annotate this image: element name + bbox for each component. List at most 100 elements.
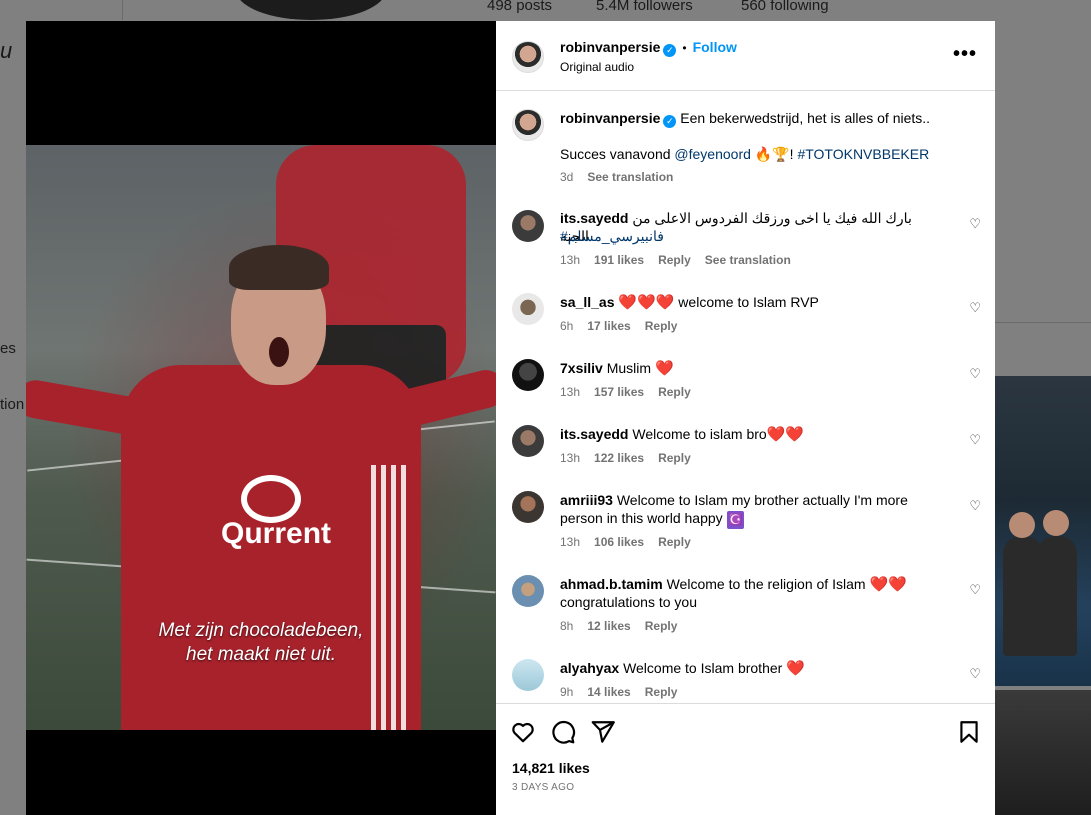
hashtag-link[interactable]: #فانبيرسي_مسلم [560, 227, 664, 245]
caption-time[interactable]: 3d [560, 170, 573, 184]
post-date[interactable]: 3 DAYS AGO [512, 782, 574, 793]
follow-button[interactable]: Follow [693, 39, 737, 55]
posts-count[interactable]: 498 posts [487, 0, 552, 14]
comment-likes[interactable]: 157 likes [594, 385, 644, 399]
avatar[interactable] [512, 41, 544, 73]
avatar[interactable] [512, 293, 544, 325]
comment-body: person in this world happy [560, 510, 727, 526]
avatar[interactable] [512, 359, 544, 391]
header-username[interactable]: robinvanpersie [560, 39, 660, 55]
like-comment-heart-icon[interactable]: ♡ [969, 498, 981, 514]
audio-link[interactable]: Original audio [560, 60, 634, 74]
reply-button[interactable]: Reply [645, 685, 678, 699]
reply-button[interactable]: Reply [658, 451, 691, 465]
comment-body: Welcome to the religion of Islam [666, 576, 870, 592]
comment-body: welcome to Islam RVP [674, 294, 819, 310]
comment-likes[interactable]: 106 likes [594, 535, 644, 549]
comments-list[interactable]: robinvanpersie ✓ Een bekerwedstrijd, het … [496, 92, 995, 702]
verified-badge-icon: ✓ [663, 44, 677, 57]
separator: • [682, 41, 687, 55]
reply-button[interactable]: Reply [645, 619, 678, 633]
post-thumbnail[interactable] [995, 690, 1091, 815]
more-options-icon[interactable]: ••• [953, 43, 977, 66]
comment-username[interactable]: amriii93 [560, 492, 613, 508]
like-comment-heart-icon[interactable]: ♡ [969, 366, 981, 382]
sponsor-logo [241, 475, 301, 523]
comment-body: congratulations to you [560, 594, 697, 610]
star-crescent-emoji: ☪️ [726, 511, 745, 529]
player-hair [229, 245, 329, 290]
comment-likes[interactable]: 191 likes [594, 253, 644, 267]
avatar[interactable] [512, 210, 544, 242]
comment-likes[interactable]: 122 likes [594, 451, 644, 465]
post-thumbnail[interactable] [995, 376, 1091, 686]
comment-username[interactable]: alyahyax [560, 660, 619, 676]
avatar[interactable] [512, 659, 544, 691]
comment-meta: 6h 17 likes Reply [560, 319, 691, 333]
comment-meta: 8h 12 likes Reply [560, 619, 691, 633]
comment-icon[interactable] [550, 719, 576, 745]
video-subtitle: het maakt niet uit. [186, 644, 336, 665]
comment-text: amriii93 Welcome to Islam my brother act… [560, 491, 940, 509]
followers-count[interactable]: 5.4M followers [596, 0, 693, 14]
logo-fragment: u [0, 38, 13, 63]
avatar[interactable] [512, 109, 544, 141]
see-translation-link[interactable]: See translation [587, 170, 673, 184]
comment-body: Welcome to Islam my brother actually I'm… [616, 492, 908, 508]
heart-emoji: ❤️❤️ [869, 576, 907, 593]
comment-username[interactable]: 7xsiliv [560, 360, 603, 376]
like-comment-heart-icon[interactable]: ♡ [969, 666, 981, 682]
avatar[interactable] [512, 425, 544, 457]
comment-text: its.sayedd Welcome to islam bro❤️❤️ [560, 425, 940, 444]
like-heart-icon[interactable] [510, 719, 536, 745]
comment-username[interactable]: its.sayedd [560, 426, 628, 442]
reply-button[interactable]: Reply [658, 253, 691, 267]
comment-username[interactable]: ahmad.b.tamim [560, 576, 663, 592]
comment-likes[interactable]: 12 likes [587, 619, 630, 633]
comment-username[interactable]: its.sayedd [560, 210, 628, 226]
divider [995, 322, 1091, 323]
comment-meta: 13h 106 likes Reply [560, 535, 705, 549]
caption-text: Een bekerwedstrijd, het is alles of niet… [680, 110, 931, 126]
comment-time: 8h [560, 619, 574, 633]
like-comment-heart-icon[interactable]: ♡ [969, 216, 981, 232]
avatar[interactable] [512, 491, 544, 523]
mention-link[interactable]: @feyenoord [674, 146, 750, 162]
caption-text: Succes vanavond [560, 146, 675, 162]
shirt-stripes [371, 465, 411, 730]
caption-username[interactable]: robinvanpersie [560, 110, 660, 126]
reply-button[interactable]: Reply [645, 319, 678, 333]
heart-emoji: ❤️ [654, 360, 674, 377]
header-user-line: robinvanpersie ✓ • Follow [560, 39, 737, 57]
share-icon[interactable] [590, 719, 616, 745]
caption: robinvanpersie ✓ Een bekerwedstrijd, het … [560, 109, 970, 128]
comment-likes[interactable]: 14 likes [587, 685, 630, 699]
see-translation-link[interactable]: See translation [705, 253, 791, 267]
photo-person [1037, 536, 1077, 656]
like-comment-heart-icon[interactable]: ♡ [969, 582, 981, 598]
post-media[interactable]: Qurrent Met zijn chocoladebeen, het maak… [26, 21, 496, 815]
hashtag-link[interactable]: #TOTOKNVBBEKER [797, 146, 929, 162]
avatar[interactable] [512, 575, 544, 607]
like-comment-heart-icon[interactable]: ♡ [969, 432, 981, 448]
verified-badge-icon: ✓ [663, 115, 677, 128]
like-comment-heart-icon[interactable]: ♡ [969, 300, 981, 316]
comment-meta: 13h 191 likes Reply See translation [560, 253, 805, 267]
reply-button[interactable]: Reply [658, 385, 691, 399]
comment-text: 7xsiliv Muslim ❤️ [560, 359, 940, 378]
comment-likes[interactable]: 17 likes [587, 319, 630, 333]
likes-count[interactable]: 14,821 likes [512, 760, 590, 776]
sponsor-text: Qurrent [221, 517, 332, 550]
post-header: robinvanpersie ✓ • Follow Original audio ••… [496, 21, 995, 91]
comment-username[interactable]: sa_ll_as [560, 294, 615, 310]
video-frame[interactable]: Qurrent Met zijn chocoladebeen, het maak… [26, 145, 496, 730]
caption-emojis: 🔥🏆 [754, 146, 790, 162]
comment-meta: 13h 122 likes Reply [560, 451, 705, 465]
comment-time: 6h [560, 319, 574, 333]
save-bookmark-icon[interactable] [956, 719, 982, 745]
comment-text: ahmad.b.tamim Welcome to the religion of… [560, 575, 940, 594]
reply-button[interactable]: Reply [658, 535, 691, 549]
comment-text: alyahyax Welcome to Islam brother ❤️ [560, 659, 940, 678]
post-panel: robinvanpersie ✓ • Follow Original audio ••… [496, 21, 995, 815]
following-count[interactable]: 560 following [741, 0, 829, 14]
